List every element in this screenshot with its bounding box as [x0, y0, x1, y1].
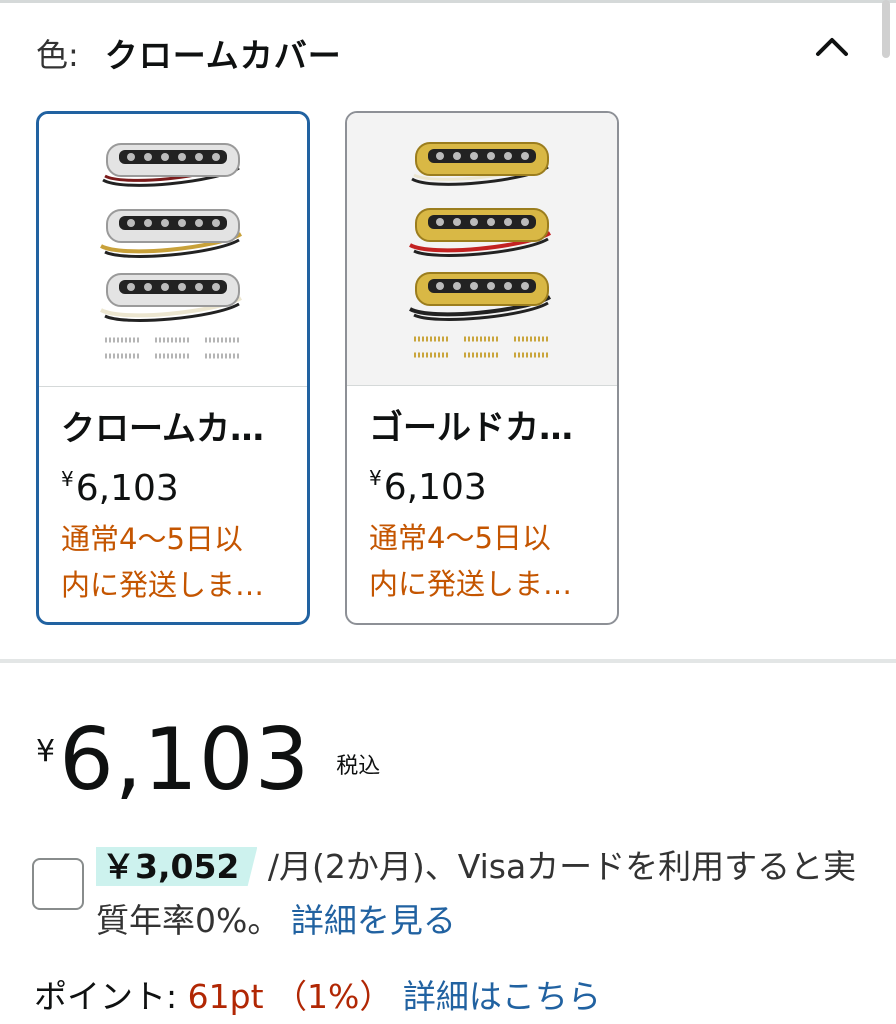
option-shipping-line1: 通常4〜5日以 — [61, 522, 243, 556]
installment-checkbox[interactable] — [32, 858, 84, 910]
product-thumbnail — [39, 114, 307, 386]
tax-included-label: 税込 — [336, 754, 381, 779]
pickup-illustration — [100, 143, 243, 359]
points-row: ポイント: 61pt （1%） 詳細はこちら — [34, 972, 601, 1022]
option-shipping-line1: 通常4〜5日以 — [369, 521, 551, 555]
option-details: ゴールドカ… ¥6,103 通常4〜5日以 内に発送しま… — [369, 403, 605, 607]
product-page: 色: クロームカバー クロームカ… ¥6,103 通常4〜5日以 内に発送しま…… — [0, 0, 896, 1024]
installment-text: ￥3,052 /月(2か月)、Visaカードを利用すると実質年率0%。 詳細を見… — [96, 840, 876, 948]
chevron-up-icon — [816, 38, 848, 56]
installment-details-link[interactable]: 詳細を見る — [291, 901, 456, 940]
option-shipping-line2: 内に発送しま… — [369, 567, 573, 601]
card-divider — [347, 385, 617, 386]
variation-option-gold[interactable]: ゴールドカ… ¥6,103 通常4〜5日以 内に発送しま… — [345, 111, 619, 625]
option-title: クロームカ… — [61, 409, 264, 449]
variation-option-chrome[interactable]: クロームカ… ¥6,103 通常4〜5日以 内に発送しま… — [36, 111, 310, 625]
section-divider — [0, 659, 896, 663]
price-currency: ¥ — [36, 734, 56, 769]
variation-header: 色: クロームカバー — [36, 28, 342, 78]
option-price-amount: 6,103 — [75, 468, 179, 509]
option-price: ¥6,103 — [369, 453, 605, 513]
product-thumbnail — [347, 113, 617, 385]
main-price: ¥ 6,103 税込 — [36, 712, 380, 808]
option-price-amount: 6,103 — [383, 467, 487, 508]
collapse-button[interactable] — [812, 28, 852, 64]
option-shipping: 通常4〜5日以 内に発送しま… — [369, 515, 605, 607]
currency-symbol: ¥ — [61, 467, 74, 491]
variation-selected-value: クロームカバー — [104, 36, 342, 75]
option-shipping: 通常4〜5日以 内に発送しま… — [61, 516, 295, 608]
scrollbar-thumb[interactable] — [882, 0, 890, 58]
option-details: クロームカ… ¥6,103 通常4〜5日以 内に発送しま… — [61, 404, 295, 608]
points-value: 61pt （1%） — [187, 977, 393, 1016]
installment-amount: ￥3,052 — [96, 847, 258, 886]
option-shipping-line2: 内に発送しま… — [61, 568, 265, 602]
currency-symbol: ¥ — [369, 466, 382, 490]
points-label: ポイント: — [34, 977, 178, 1016]
card-divider — [39, 386, 307, 387]
price-amount: 6,103 — [59, 710, 311, 810]
option-title: ゴールドカ… — [369, 408, 573, 448]
option-price: ¥6,103 — [61, 454, 295, 514]
points-details-link[interactable]: 詳細はこちら — [403, 977, 601, 1016]
pickup-illustration — [409, 142, 552, 358]
variation-label: 色: — [36, 36, 79, 74]
top-border — [0, 0, 896, 3]
